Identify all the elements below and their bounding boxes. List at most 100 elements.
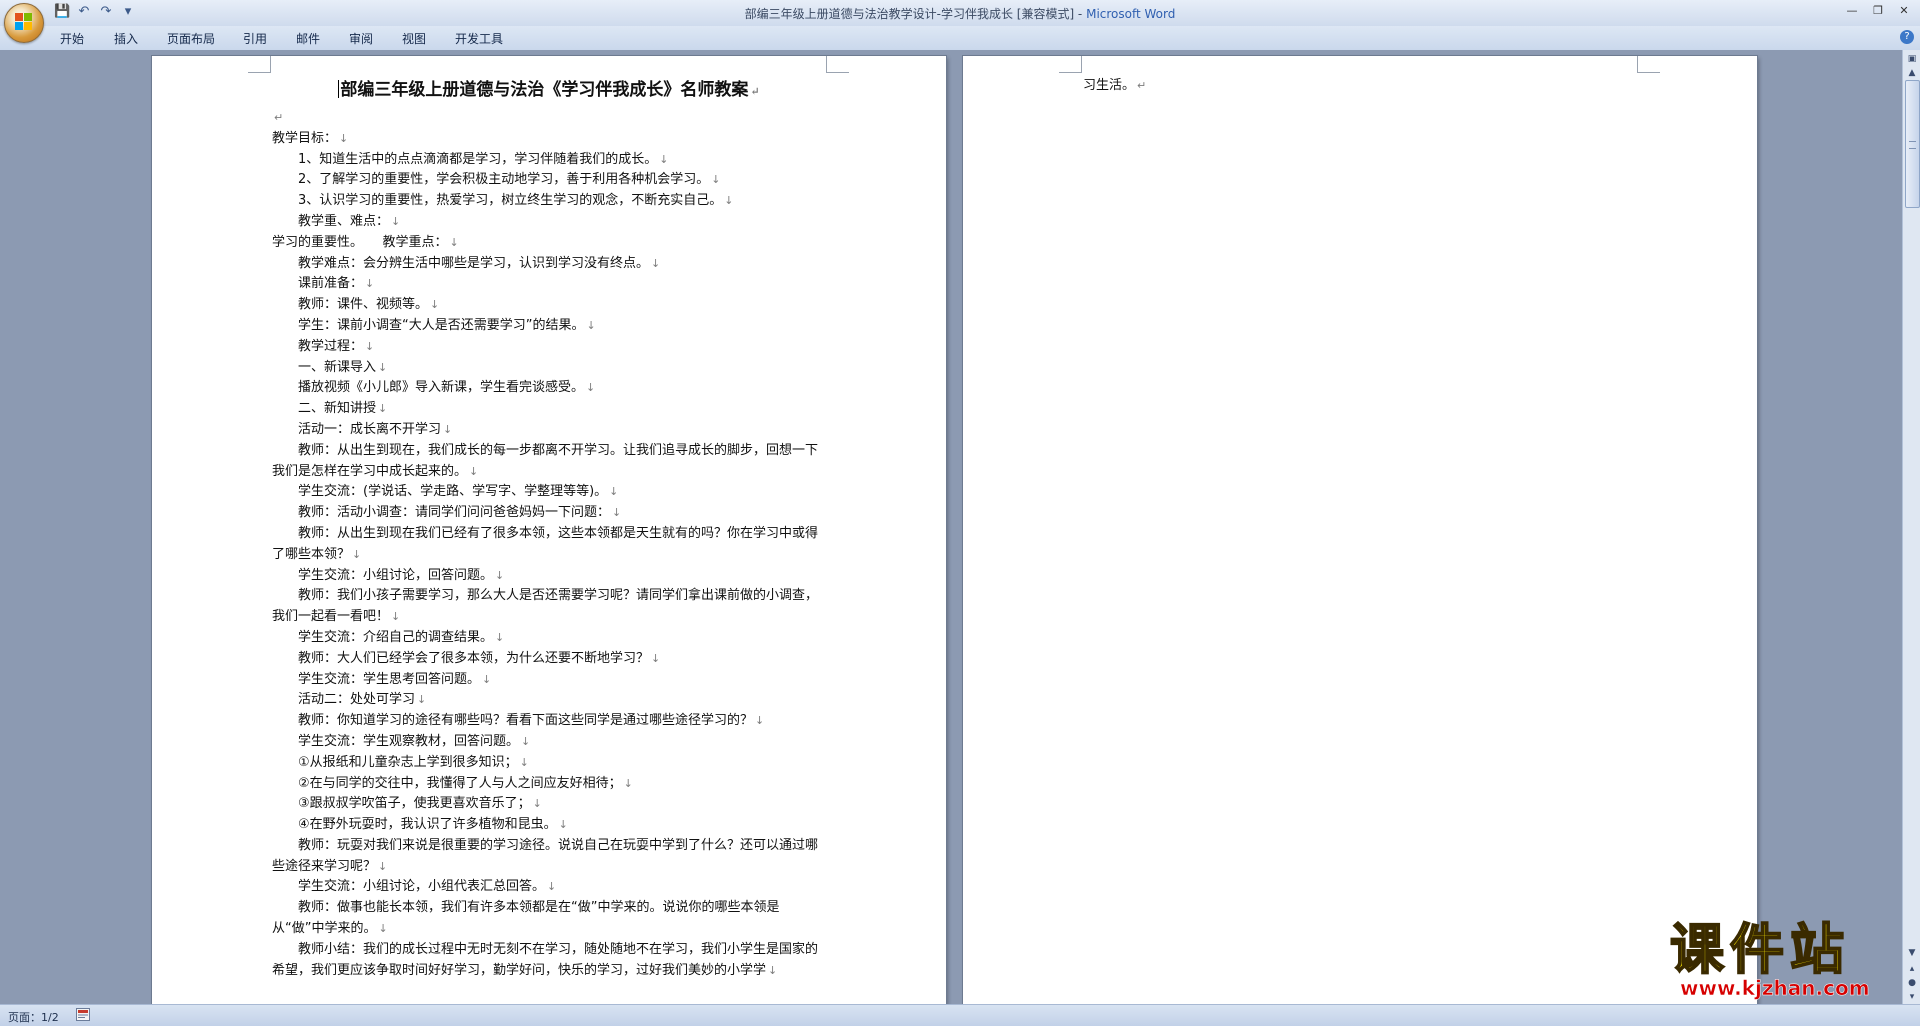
proofing-icon[interactable] bbox=[76, 1008, 90, 1021]
document-line[interactable]: 2、了解学习的重要性，学会积极主动地学习，善于利用各种机会学习。 ↓ bbox=[272, 170, 826, 191]
line-break-mark: ↓ bbox=[586, 318, 596, 332]
paragraph-mark: ↵ bbox=[750, 85, 760, 98]
document-line[interactable]: 学生交流：小组讨论，回答问题。 ↓ bbox=[272, 566, 826, 587]
document-workspace: 部编三年级上册道德与法治《学习伴我成长》名师教案 ↵ ↵ 教学目标： ↓ 1、知道生活中… bbox=[0, 50, 1902, 1004]
line-break-mark: ↓ bbox=[519, 755, 529, 769]
document-line[interactable]: 教学目标： ↓ bbox=[272, 129, 826, 150]
document-line[interactable]: 学生交流：(学说话、学走路、学写字、学整理等等)。 ↓ bbox=[272, 482, 826, 503]
line-text: 教师小结：我们的成长过程中无时无刻不在学习，随处随地不在学习，我们小学生是国家的… bbox=[272, 941, 819, 978]
restore-button[interactable]: ❐ bbox=[1866, 2, 1890, 20]
document-line[interactable]: 学生交流：介绍自己的调查结果。 ↓ bbox=[272, 628, 826, 649]
line-break-mark: ↓ bbox=[391, 214, 401, 228]
document-line[interactable]: 教学难点：会分辨生活中哪些是学习，认识到学习没有终点。 ↓ bbox=[272, 254, 826, 275]
document-line[interactable]: 教师：我们小孩子需要学习，那么大人是否还需要学习呢？请同学们拿出课前做的小调查，… bbox=[272, 586, 826, 628]
vertical-scrollbar[interactable]: ▣ ▲ ▼ ▴ ● ▾ bbox=[1902, 50, 1920, 1004]
document-line[interactable]: 学生交流：学生观察教材，回答问题。 ↓ bbox=[272, 732, 826, 753]
document-line[interactable]: 教师：课件、视频等。 ↓ bbox=[272, 295, 826, 316]
page-1[interactable]: 部编三年级上册道德与法治《学习伴我成长》名师教案 ↵ ↵ 教学目标： ↓ 1、知道生活中… bbox=[152, 56, 946, 1004]
document-line[interactable]: 教师：你知道学习的途径有哪些吗？看看下面这些同学是通过哪些途径学习的？ ↓ bbox=[272, 711, 826, 732]
line-break-mark: ↓ bbox=[378, 922, 388, 936]
crop-mark bbox=[248, 56, 271, 73]
page-2-content[interactable]: 习生活。 ↵ bbox=[1083, 76, 1146, 97]
tab-references[interactable]: 引用 bbox=[243, 30, 267, 47]
tab-view[interactable]: 视图 bbox=[402, 30, 426, 47]
document-line[interactable]: 1、知道生活中的点点滴滴都是学习，学习伴随着我们的成长。 ↓ bbox=[272, 150, 826, 171]
document-line[interactable]: 教学过程： ↓ bbox=[272, 337, 826, 358]
line-break-mark: ↓ bbox=[532, 797, 542, 811]
line-text: 学生：课前小调查“大人是否还需要学习”的结果。 bbox=[298, 317, 585, 333]
line-text: 学生交流：(学说话、学走路、学写字、学整理等等)。 bbox=[298, 484, 608, 500]
document-line[interactable]: ↵ bbox=[272, 108, 826, 129]
line-text: ④在野外玩耍时，我认识了许多植物和昆虫。 bbox=[298, 817, 557, 833]
line-break-mark: ↓ bbox=[495, 568, 505, 582]
document-line[interactable]: ③跟叔叔学吹笛子，使我更喜欢音乐了； ↓ bbox=[272, 794, 826, 815]
document-line[interactable]: 教师：大人们已经学会了很多本领，为什么还要不断地学习？ ↓ bbox=[272, 649, 826, 670]
document-line[interactable]: 学生交流：学生思考回答问题。 ↓ bbox=[272, 670, 826, 691]
line-break-mark: ↓ bbox=[365, 339, 375, 353]
line-text: 学生交流：介绍自己的调查结果。 bbox=[298, 629, 494, 645]
document-line[interactable]: ②在与同学的交往中，我懂得了人与人之间应友好相待； ↓ bbox=[272, 774, 826, 795]
document-line[interactable]: 教师：玩耍对我们来说是很重要的学习途径。说说自己在玩耍中学到了什么？还可以通过哪… bbox=[272, 836, 826, 878]
tab-page-layout[interactable]: 页面布局 bbox=[167, 30, 215, 47]
line-break-mark: ↓ bbox=[609, 485, 619, 499]
document-line[interactable]: 教师小结：我们的成长过程中无时无刻不在学习，随处随地不在学习，我们小学生是国家的… bbox=[272, 940, 826, 982]
line-break-mark: ↓ bbox=[378, 360, 388, 374]
document-line[interactable]: 学生交流：小组讨论，小组代表汇总回答。 ↓ bbox=[272, 877, 826, 898]
document-line[interactable]: 活动一：成长离不开学习 ↓ bbox=[272, 420, 826, 441]
document-line[interactable]: 课前准备： ↓ bbox=[272, 274, 826, 295]
status-bar: 页面：1/2 bbox=[0, 1004, 1920, 1026]
document-line[interactable]: 二、新知讲授 ↓ bbox=[272, 399, 826, 420]
line-break-mark: ↓ bbox=[623, 776, 633, 790]
line-text: 教师：做事也能长本领，我们有许多本领都是在“做”中学来的。说说你的哪些本领是从“… bbox=[272, 900, 780, 937]
page-count[interactable]: 页面：1/2 bbox=[8, 1009, 59, 1025]
document-line[interactable]: 一、新课导入 ↓ bbox=[272, 358, 826, 379]
tab-insert[interactable]: 插入 bbox=[114, 30, 138, 47]
document-line[interactable]: 学习的重要性。 教学重点： ↓ bbox=[272, 233, 826, 254]
document-line[interactable]: ④在野外玩耍时，我认识了许多植物和昆虫。 ↓ bbox=[272, 815, 826, 836]
office-button[interactable] bbox=[4, 3, 44, 43]
paragraph-mark: ↵ bbox=[1137, 79, 1147, 92]
ruler-toggle-icon[interactable]: ▣ bbox=[1905, 52, 1919, 66]
page-1-content[interactable]: 部编三年级上册道德与法治《学习伴我成长》名师教案 ↵ ↵ 教学目标： ↓ 1、知道生活中… bbox=[272, 76, 826, 981]
document-line[interactable]: 教师：做事也能长本领，我们有许多本领都是在“做”中学来的。说说你的哪些本领是从“… bbox=[272, 898, 826, 940]
watermark-url: www.kjzhan.com bbox=[1680, 976, 1870, 1001]
document-line[interactable]: 教师：从出生到现在，我们成长的每一步都离不开学习。让我们追寻成长的脚步，回想一下… bbox=[272, 441, 826, 483]
help-icon[interactable]: ? bbox=[1900, 30, 1914, 44]
document-line[interactable]: 活动二：处处可学习 ↓ bbox=[272, 690, 826, 711]
tab-developer[interactable]: 开发工具 bbox=[455, 30, 503, 47]
document-line[interactable]: ①从报纸和儿童杂志上学到很多知识； ↓ bbox=[272, 753, 826, 774]
tab-mailings[interactable]: 邮件 bbox=[296, 30, 320, 47]
watermark-logo: 课件站 www.kjzhan.com bbox=[1669, 918, 1910, 1004]
line-text: 二、新知讲授 bbox=[298, 401, 377, 417]
line-break-mark: ↓ bbox=[352, 547, 362, 561]
line-text: 教师：你知道学习的途径有哪些吗？看看下面这些同学是通过哪些途径学习的？ bbox=[298, 713, 754, 729]
line-break-mark: ↓ bbox=[651, 651, 661, 665]
scroll-thumb[interactable] bbox=[1905, 80, 1920, 208]
line-text: 教学目标： bbox=[272, 130, 338, 146]
line-text: 课前准备： bbox=[298, 276, 364, 292]
page-2[interactable]: 习生活。 ↵ bbox=[963, 56, 1757, 1004]
document-line[interactable]: 教师：从出生到现在我们已经有了很多本领，这些本领都是天生就有的吗？你在学习中或得… bbox=[272, 524, 826, 566]
document-line[interactable]: 教学重、难点： ↓ bbox=[272, 212, 826, 233]
line-break-mark: ↓ bbox=[612, 506, 622, 520]
tab-home[interactable]: 开始 bbox=[60, 30, 84, 47]
watermark-text: 课件站 bbox=[1669, 918, 1850, 981]
line-break-mark: ↓ bbox=[547, 880, 557, 894]
document-line[interactable]: 学生：课前小调查“大人是否还需要学习”的结果。 ↓ bbox=[272, 316, 826, 337]
line-text: 学生交流：学生观察教材，回答问题。 bbox=[298, 733, 520, 749]
line-text: 2、了解学习的重要性，学会积极主动地学习，善于利用各种机会学习。 bbox=[298, 172, 710, 188]
document-line[interactable]: 播放视频《小儿郎》导入新课，学生看完谈感受。 ↓ bbox=[272, 378, 826, 399]
document-line[interactable]: 3、认识学习的重要性，热爱学习，树立终生学习的观念，不断充实自己。 ↓ bbox=[272, 191, 826, 212]
line-break-mark: ↓ bbox=[659, 152, 669, 166]
line-text: 3、认识学习的重要性，热爱学习，树立终生学习的观念，不断充实自己。 bbox=[298, 193, 723, 209]
scroll-up-icon[interactable]: ▲ bbox=[1905, 66, 1919, 80]
minimize-button[interactable]: — bbox=[1840, 2, 1864, 20]
scroll-grip bbox=[1909, 141, 1916, 149]
tab-review[interactable]: 审阅 bbox=[349, 30, 373, 47]
line-text: 教学重、难点： bbox=[298, 213, 390, 229]
title-bar: 💾 ↶ ↷ ▾ 部编三年级上册道德与法治教学设计-学习伴我成长 [兼容模式] -… bbox=[0, 0, 1920, 43]
line-break-mark: ↓ bbox=[430, 298, 440, 312]
document-line[interactable]: 教师：活动小调查：请同学们问问爸爸妈妈一下问题： ↓ bbox=[272, 503, 826, 524]
page-2-text: 习生活。 bbox=[1083, 78, 1136, 93]
close-button[interactable]: ✕ bbox=[1892, 2, 1916, 20]
